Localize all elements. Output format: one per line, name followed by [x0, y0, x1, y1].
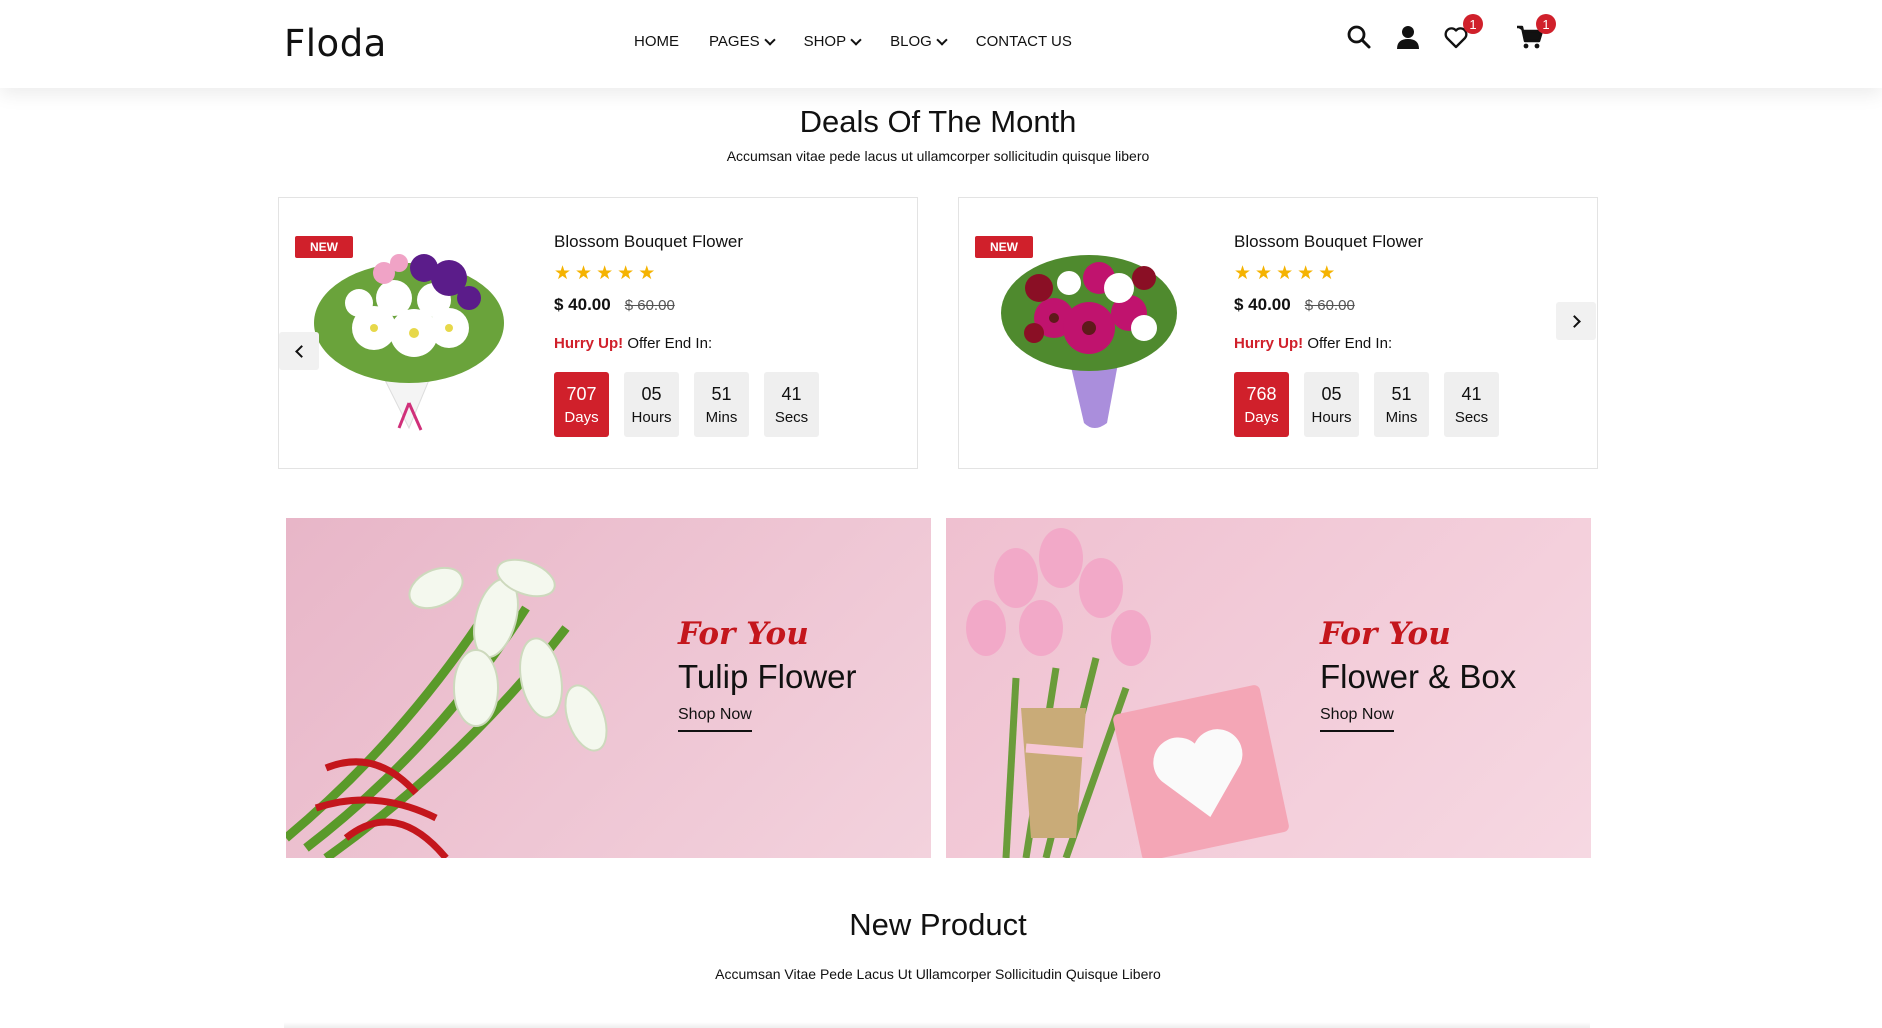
deal-info: Blossom Bouquet Flower ★ ★ ★ ★ ★ $ 40.00 $ 6…: [1234, 232, 1499, 437]
wishlist-count-badge: 1: [1463, 14, 1483, 34]
countdown-label: Mins: [705, 408, 738, 426]
banner-tag: For You: [678, 616, 809, 652]
star-icon: ★: [638, 263, 656, 284]
star-icon: ★: [596, 263, 614, 284]
nav-contact-label: CONTACT US: [975, 33, 1072, 50]
nav-contact[interactable]: CONTACT US: [976, 33, 1072, 50]
countdown-mins: 51 Mins: [694, 372, 749, 437]
nav-shop[interactable]: SHOP: [803, 33, 862, 50]
countdown-value: 51: [1391, 383, 1412, 404]
countdown-label: Days: [1244, 408, 1279, 426]
countdown-days: 707 Days: [554, 372, 609, 437]
chevron-left-icon: [294, 344, 308, 358]
nav-shop-label: SHOP: [803, 33, 847, 50]
star-icon: ★: [575, 263, 593, 284]
countdown-value: 51: [711, 383, 732, 404]
star-icon: ★: [554, 263, 572, 284]
product-grid-top-edge: [284, 1022, 1590, 1028]
countdown-secs: 41 Secs: [1444, 372, 1499, 437]
search-icon[interactable]: [1346, 24, 1372, 50]
nav-home-label: HOME: [634, 33, 679, 50]
offer-text: Hurry Up! Offer End In:: [554, 335, 819, 352]
countdown-label: Secs: [1454, 408, 1489, 426]
current-price: $ 40.00: [1234, 295, 1291, 314]
old-price: $ 60.00: [1304, 297, 1355, 314]
nav-blog[interactable]: BLOG: [890, 33, 948, 50]
countdown-secs: 41 Secs: [764, 372, 819, 437]
star-icon: ★: [617, 263, 635, 284]
deals-subtitle: Accumsan vitae pede lacus ut ullamcorper…: [726, 148, 1150, 164]
star-icon: ★: [1234, 263, 1252, 284]
promo-banner-tulip[interactable]: For You Tulip Flower Shop Now: [286, 518, 931, 858]
nav-home[interactable]: HOME: [634, 33, 679, 50]
countdown-value: 768: [1246, 383, 1277, 404]
banner-tag: For You: [1320, 616, 1451, 652]
rating-stars: ★ ★ ★ ★ ★: [1234, 264, 1499, 283]
shop-now-link[interactable]: Shop Now: [1320, 706, 1394, 732]
deal-card[interactable]: NEW Blossom Bouquet Flower ★ ★ ★ ★ ★ $ 40.00…: [278, 197, 918, 469]
nav-pages[interactable]: PAGES: [709, 33, 776, 50]
countdown-value: 41: [1461, 383, 1482, 404]
price: $ 40.00 $ 60.00: [1234, 295, 1499, 315]
cart-count-badge: 1: [1536, 14, 1556, 34]
countdown-value: 41: [781, 383, 802, 404]
banner-title: Flower & Box: [1320, 658, 1517, 695]
nav-blog-label: BLOG: [890, 33, 932, 50]
carousel-next-button[interactable]: [1556, 302, 1596, 340]
hurry-label: Hurry Up!: [1234, 335, 1304, 352]
countdown-label: Days: [564, 408, 599, 426]
countdown-label: Hours: [1311, 408, 1352, 426]
cart-button[interactable]: 1: [1516, 14, 1556, 50]
hurry-label: Hurry Up!: [554, 335, 624, 352]
chevron-down-icon: [936, 33, 948, 46]
deal-info: Blossom Bouquet Flower ★ ★ ★ ★ ★ $ 40.00 $ 6…: [554, 232, 819, 437]
current-price: $ 40.00: [554, 295, 611, 314]
offer-label: Offer End In:: [1307, 335, 1393, 352]
star-icon: ★: [1318, 263, 1336, 284]
countdown-value: 707: [566, 383, 597, 404]
rating-stars: ★ ★ ★ ★ ★: [554, 264, 819, 283]
star-icon: ★: [1297, 263, 1315, 284]
site-header: Floda HOME PAGES SHOP BLOG CONTACT US 1 …: [0, 0, 1882, 88]
countdown-label: Secs: [774, 408, 809, 426]
countdown-hours: 05 Hours: [624, 372, 679, 437]
deal-card[interactable]: NEW Blossom Bouquet Flower ★ ★ ★ ★ ★ $ 40.00…: [958, 197, 1598, 469]
countdown: 768 Days 05 Hours 51 Mins 41 Secs: [1234, 372, 1499, 437]
shop-now-link[interactable]: Shop Now: [678, 706, 752, 732]
countdown-value: 05: [641, 383, 662, 404]
new-badge: NEW: [975, 236, 1033, 258]
countdown-days: 768 Days: [1234, 372, 1289, 437]
nav-pages-label: PAGES: [709, 33, 760, 50]
countdown-label: Mins: [1385, 408, 1418, 426]
wishlist-button[interactable]: 1: [1443, 14, 1483, 50]
chevron-right-icon: [1567, 314, 1581, 328]
banner-text: For You Tulip Flower Shop Now: [678, 616, 857, 732]
countdown-mins: 51 Mins: [1374, 372, 1429, 437]
countdown: 707 Days 05 Hours 51 Mins 41 Secs: [554, 372, 819, 437]
countdown-value: 05: [1321, 383, 1342, 404]
chevron-down-icon: [763, 33, 776, 46]
product-name[interactable]: Blossom Bouquet Flower: [1234, 232, 1499, 252]
star-icon: ★: [1255, 263, 1273, 284]
countdown-label: Hours: [631, 408, 672, 426]
star-icon: ★: [1276, 263, 1294, 284]
banner-title: Tulip Flower: [678, 658, 857, 695]
chevron-down-icon: [850, 33, 862, 46]
old-price: $ 60.00: [624, 297, 675, 314]
offer-text: Hurry Up! Offer End In:: [1234, 335, 1499, 352]
offer-label: Offer End In:: [627, 335, 713, 352]
countdown-hours: 05 Hours: [1304, 372, 1359, 437]
carousel-prev-button[interactable]: [279, 332, 319, 370]
new-product-title: New Product: [849, 907, 1027, 942]
price: $ 40.00 $ 60.00: [554, 295, 819, 315]
new-product-subtitle: Accumsan Vitae Pede Lacus Ut Ullamcorper…: [715, 966, 1161, 982]
deals-title: Deals Of The Month: [799, 104, 1077, 139]
user-icon[interactable]: [1395, 24, 1421, 50]
product-name[interactable]: Blossom Bouquet Flower: [554, 232, 819, 252]
new-badge: NEW: [295, 236, 353, 258]
banner-text: For You Flower & Box Shop Now: [1320, 616, 1516, 732]
logo[interactable]: Floda: [284, 22, 387, 65]
promo-banner-flower-box[interactable]: For You Flower & Box Shop Now: [946, 518, 1591, 858]
main-nav: HOME PAGES SHOP BLOG CONTACT US: [634, 33, 1102, 50]
